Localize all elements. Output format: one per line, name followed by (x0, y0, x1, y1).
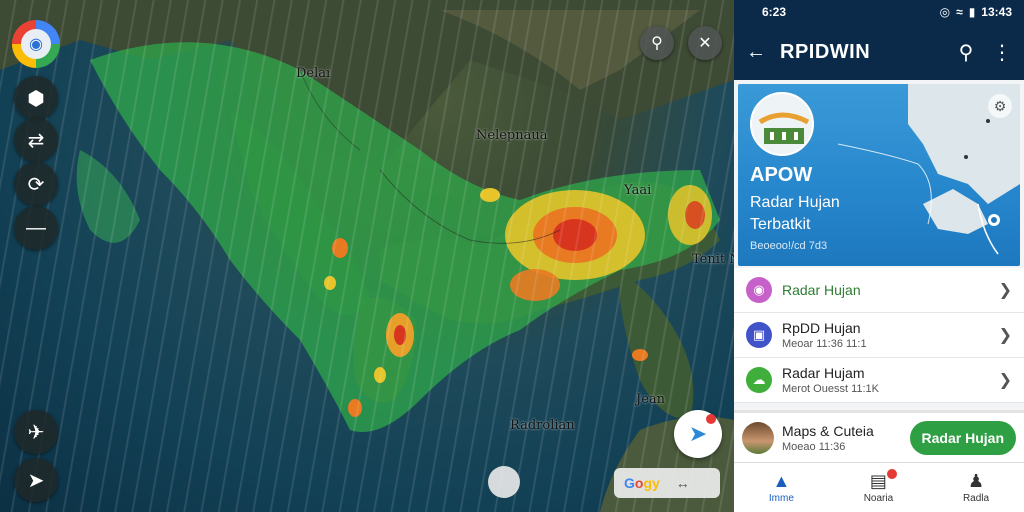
map-pin-icon: ◉ (21, 29, 51, 59)
status-time: 6:23 (762, 5, 787, 19)
airplane-icon: ✈ (27, 421, 45, 444)
nav-profile[interactable]: ♟ Radla (963, 471, 989, 504)
search-icon: ⚲ (651, 35, 663, 52)
promo-subtitle: Moeao 11:36 (782, 440, 846, 453)
rain-overlay (0, 0, 734, 512)
search-map-button[interactable]: ⚲ (640, 26, 674, 60)
cloud-icon: ☁ (746, 367, 772, 393)
app-title: RPIDWIN (780, 40, 871, 63)
radar-map[interactable]: Delai Nelepnaua Yaai Tenit Nan Jean Radr… (0, 0, 734, 512)
expand-icon: ↔ (675, 475, 690, 491)
back-arrow-icon[interactable]: ← (744, 41, 768, 64)
loop-button[interactable]: ⟳ (14, 162, 58, 206)
map-label-south: Radrolian (510, 418, 575, 433)
menu-list: ◉ Radar Hujan ❯ ▣ RpDD Hujan Meoar 11:36… (734, 268, 1024, 403)
nav-profile-label: Radla (962, 493, 990, 504)
chevron-right-icon: ❯ (998, 327, 1012, 344)
route-icon: ➤ (27, 469, 45, 492)
center-marker[interactable] (488, 466, 520, 498)
app-bar: ← RPIDWIN ⚲ ⋮ (734, 24, 1024, 80)
list-item-radar-hujan[interactable]: ◉ Radar Hujan ❯ (734, 268, 1024, 313)
list-item-rpdd-hujan[interactable]: ▣ RpDD Hujan Meoar 11:36 11:1 ❯ (734, 313, 1024, 358)
map-icon: ▣ (746, 322, 772, 348)
hero-title-line1: Radar Hujan (750, 194, 840, 211)
refresh-icon: ⇄ (27, 129, 45, 152)
avatar (742, 421, 774, 454)
map-label-north-center: Nelepnaua (476, 128, 548, 143)
promo-banner: Maps & Cuteia Moeao 11:36 Radar Hujan (734, 410, 1024, 462)
layers-button[interactable]: ⬢ (14, 76, 58, 120)
close-icon: ✕ (698, 35, 712, 52)
map-label-east: Yaai (624, 183, 652, 198)
nav-news-label: Noaria (863, 493, 894, 504)
share-location-button[interactable]: ➤ (674, 410, 722, 458)
notification-dot (706, 414, 716, 424)
radar-icon: ◉ (746, 277, 772, 303)
directions-button[interactable]: ➤ (14, 458, 58, 502)
news-icon: ▤ (869, 471, 887, 491)
minus-icon: — (26, 216, 46, 239)
settings-icon[interactable]: ⚙ (988, 94, 1012, 118)
map-label-south-east: Jean (636, 392, 666, 407)
radar-hujan-button[interactable]: Radar Hujan (909, 420, 1016, 455)
list-item-subtitle: Merot Ouesst 11:1K (782, 383, 880, 395)
hero-brand: APOW (750, 164, 813, 186)
hero-card[interactable]: ⚙ APOW Radar Hujan Terbatkit Beoeoo!/cd … (738, 84, 1020, 266)
alarm-icon: ◎ (939, 5, 951, 19)
maps-logo-button[interactable]: ◉ (12, 20, 60, 68)
bottom-navigation: ▲ Imme ▤ Noaria ♟ Radla (734, 462, 1024, 512)
refresh-button[interactable]: ⇄ (14, 118, 58, 162)
close-map-button[interactable]: ✕ (688, 26, 722, 60)
list-item-title: Radar Hujam (782, 365, 865, 381)
map-label-far-east: Tenit Nan (692, 252, 734, 267)
google-logo-g: G (624, 475, 635, 491)
chevron-right-icon: ❯ (998, 372, 1012, 389)
more-options-icon[interactable]: ⋮ (990, 40, 1014, 65)
map-label-top-left: Delai (296, 66, 331, 81)
hero-title-line2: Terbatkit (750, 216, 811, 233)
navigation-icon: ➤ (688, 421, 708, 446)
status-bar: 6:23 ◎ ≈ ▮ 13:43 (734, 0, 1024, 24)
app-logo (750, 92, 814, 156)
loop-icon: ⟳ (27, 173, 45, 196)
hero-caption: Beoeoo!/cd 7d3 (750, 240, 828, 252)
list-item-title: Radar Hujan (782, 282, 861, 298)
app-panel: 6:23 ◎ ≈ ▮ 13:43 ← RPIDWIN ⚲ ⋮ ⚙ APOW Ra… (734, 0, 1024, 512)
person-icon: ♟ (967, 471, 985, 491)
news-badge (887, 469, 898, 479)
layers-icon: ⬢ (27, 87, 45, 110)
status-clock: 13:43 (981, 5, 1012, 19)
search-icon[interactable]: ⚲ (954, 40, 978, 65)
wifi-icon: ≈ (956, 5, 963, 19)
list-item-subtitle: Meoar 11:36 11:1 (782, 338, 867, 350)
google-attribution[interactable]: Gogy ↔ (614, 468, 720, 498)
google-logo-rest: gy (643, 475, 660, 491)
list-item-radar-hujam[interactable]: ☁ Radar Hujam Merot Ouesst 11:1K ❯ (734, 358, 1024, 403)
nav-home[interactable]: ▲ Imme (769, 471, 794, 504)
list-item-title: RpDD Hujan (782, 320, 861, 336)
nav-home-label: Imme (768, 493, 794, 504)
nav-news[interactable]: ▤ Noaria (863, 469, 898, 504)
promo-title: Maps & Cuteia (782, 422, 874, 439)
flight-button[interactable]: ✈ (14, 410, 58, 454)
home-icon: ▲ (772, 471, 791, 491)
chevron-right-icon: ❯ (998, 282, 1012, 299)
zoom-out-button[interactable]: — (14, 206, 58, 250)
signal-icon: ▮ (968, 5, 976, 19)
